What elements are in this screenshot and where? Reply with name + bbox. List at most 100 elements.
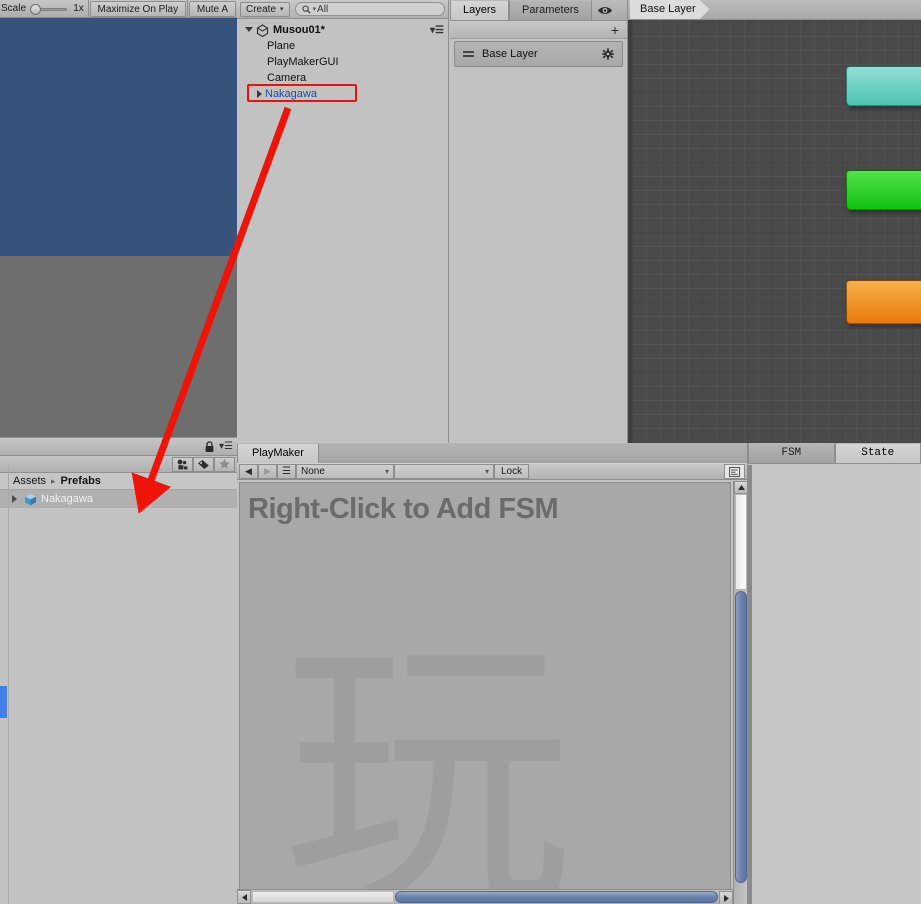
unity-scene-icon (256, 23, 269, 37)
playmaker-tab-bar: PlayMaker (237, 443, 747, 463)
scrollbar-thumb[interactable] (735, 591, 747, 883)
inspector-tab-bar: FSM State (748, 443, 921, 464)
scrollbar-thumb[interactable] (395, 891, 718, 903)
target-object-value: None (301, 466, 325, 477)
filter-by-type-button[interactable] (172, 456, 193, 472)
hierarchy-row-plane[interactable]: Plane (237, 38, 448, 54)
scroll-up-arrow-icon[interactable] (734, 481, 748, 494)
list-item[interactable]: Nakagawa (0, 490, 237, 508)
scale-label: Scale (1, 3, 27, 14)
mute-audio-button[interactable]: Mute A (188, 0, 236, 17)
add-fsm-hint-label: Right-Click to Add FSM (248, 493, 559, 525)
state-node-green[interactable] (846, 170, 921, 210)
project-panel-header: ▾☰ (0, 438, 237, 456)
hierarchy-row-camera[interactable]: Camera (237, 70, 448, 86)
lock-icon[interactable] (204, 440, 215, 453)
filter-by-label-button[interactable] (193, 456, 214, 472)
scale-slider[interactable] (30, 3, 69, 15)
scene-ground-plane (0, 257, 237, 437)
visibility-eye-icon[interactable] (597, 5, 613, 16)
plus-icon: + (610, 21, 619, 38)
animator-tab-bar: Layers Parameters (450, 0, 627, 21)
state-node-cyan[interactable] (846, 66, 921, 106)
tab-state[interactable]: State (834, 443, 921, 463)
playmaker-vertical-scrollbar[interactable] (733, 481, 748, 904)
hierarchy-panel: Create ▾ ▾ All Musou01* ▾☰ Plane PlayMak… (237, 0, 449, 443)
prefab-cube-icon (24, 493, 37, 506)
preferences-icon (729, 466, 740, 477)
graph-breadcrumb-bar: Base Layer (628, 0, 921, 20)
lock-button[interactable]: Lock (494, 464, 530, 479)
tab-fsm[interactable]: FSM (748, 443, 835, 463)
filter-by-type-icon (177, 459, 188, 469)
fsm-dropdown[interactable]: ▾ (394, 464, 494, 479)
tab-playmaker[interactable]: PlayMaker (237, 443, 319, 463)
graph-vertical-scrollbar[interactable] (628, 20, 632, 443)
hierarchy-search-value: All (317, 3, 329, 15)
add-layer-button[interactable]: + (450, 21, 627, 39)
hierarchy-menu-icon[interactable]: ▾☰ (430, 25, 448, 36)
maximize-on-play-button[interactable]: Maximize On Play (89, 0, 187, 17)
search-icon (301, 4, 311, 14)
breadcrumb: Assets ▸ Prefabs (0, 473, 237, 490)
panel-menu-icon[interactable]: ▾☰ (219, 441, 233, 452)
create-button[interactable]: Create ▾ (240, 1, 290, 17)
layer-row-base-layer[interactable]: Base Layer (454, 41, 623, 67)
hierarchy-row-scene[interactable]: Musou01* ▾☰ (237, 22, 448, 38)
playmaker-preferences-button[interactable] (724, 464, 745, 479)
project-filter-toolbar (0, 456, 237, 473)
project-panel: ▾☰ Assets ▸ Prefabs Nakagawa (0, 437, 237, 904)
hierarchy-row-nakagawa-wrap: Nakagawa (237, 84, 448, 102)
scale-value: 1x (73, 3, 84, 14)
playmaker-menu-button[interactable]: ☰ (277, 464, 296, 479)
project-column-divider (8, 468, 9, 904)
layer-name-label: Base Layer (482, 48, 538, 60)
animator-layers-panel: Layers Parameters + Base Layer (450, 0, 628, 443)
toolbar-divider (187, 0, 188, 18)
chevron-down-icon[interactable] (245, 26, 253, 36)
playmaker-toolbar: ◀ ▶ ☰ None ▾ ▾ Lock (237, 463, 747, 480)
hierarchy-item-label: Plane (267, 40, 296, 52)
scene-sky (0, 18, 237, 256)
gear-icon[interactable] (602, 48, 614, 60)
chevron-right-icon[interactable] (12, 495, 17, 503)
state-node-orange[interactable] (846, 280, 921, 324)
target-object-dropdown[interactable]: None ▾ (296, 464, 394, 479)
arrow-right-icon: ▶ (264, 466, 271, 476)
breadcrumb-base-layer[interactable]: Base Layer (630, 0, 710, 19)
favorites-button[interactable] (214, 456, 235, 472)
scale-slider-track (38, 7, 68, 11)
chevron-down-icon: ▾ (484, 467, 489, 476)
hierarchy-row-nakagawa[interactable]: Nakagawa (237, 86, 448, 102)
scrollbar-track[interactable] (735, 494, 747, 590)
breadcrumb-prefabs[interactable]: Prefabs (61, 475, 101, 487)
inspector-body (752, 465, 921, 904)
chevron-down-icon: ▾ (384, 467, 389, 476)
breadcrumb-assets[interactable]: Assets (13, 475, 46, 487)
tab-layers[interactable]: Layers (450, 0, 510, 20)
chevron-right-icon[interactable] (257, 90, 262, 98)
drag-handle-icon[interactable] (463, 51, 474, 57)
scale-slider-knob[interactable] (30, 3, 42, 15)
hierarchy-search-input[interactable]: ▾ All (294, 2, 445, 16)
forward-button[interactable]: ▶ (258, 464, 277, 479)
animator-state-graph[interactable]: Base Layer (628, 0, 921, 443)
favorites-star-icon (219, 458, 230, 469)
breadcrumb-separator-icon: ▸ (51, 475, 56, 486)
back-button[interactable]: ◀ (239, 464, 258, 479)
scrollbar-track[interactable] (252, 891, 394, 903)
tab-parameters[interactable]: Parameters (509, 0, 592, 20)
game-view-toolbar: Scale 1x Maximize On Play Mute A (0, 0, 237, 18)
state-graph-grid[interactable] (628, 20, 921, 443)
scroll-left-arrow-icon[interactable] (237, 890, 251, 904)
playmaker-horizontal-scrollbar[interactable] (237, 889, 733, 904)
hierarchy-item-label: Nakagawa (265, 88, 317, 100)
project-tree-scrollbar[interactable] (0, 686, 7, 718)
scroll-right-arrow-icon[interactable] (719, 891, 733, 904)
hierarchy-row-playmakergui[interactable]: PlayMakerGUI (237, 54, 448, 70)
asset-name-label: Nakagawa (41, 493, 93, 505)
game-view[interactable] (0, 18, 237, 437)
hierarchy-item-label: Camera (267, 72, 307, 84)
search-chevron-icon: ▾ (312, 6, 317, 13)
playmaker-graph-canvas[interactable]: Right-Click to Add FSM 玩 (239, 482, 731, 904)
